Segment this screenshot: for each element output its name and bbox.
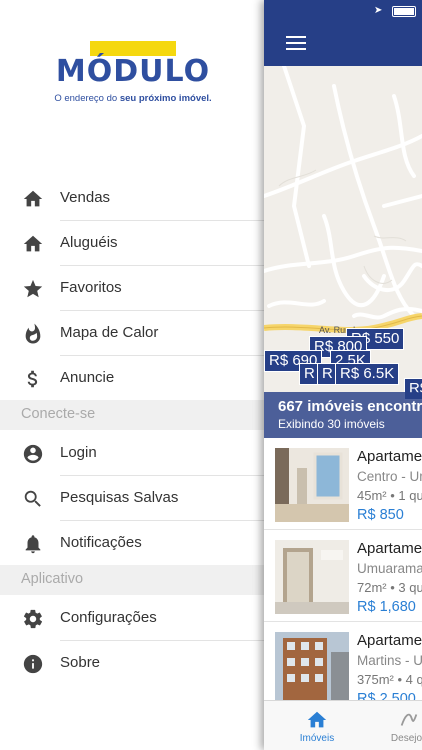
menu-item-favoritos[interactable]: Favoritos <box>0 266 266 311</box>
listing-card[interactable]: Apartamento Centro - Umuarama 45m² • 1 q… <box>264 438 422 530</box>
results-summary-bar: 667 imóveis encontrados Exibindo 30 imóv… <box>264 392 422 438</box>
navigation-drawer: MÓDULO O endereço do seu próximo imóvel.… <box>0 0 266 750</box>
listing-photo <box>275 448 349 522</box>
price-pin[interactable]: R$ 6.5K <box>335 363 400 385</box>
listing-title: Apartamento <box>357 540 422 557</box>
location-arrow-icon: ➤ <box>374 5 383 16</box>
home-icon <box>22 233 44 255</box>
home-icon <box>306 709 328 731</box>
property-map[interactable]: Av. Rural R$ 550 R$ 800 R$ 690 2.5K R R … <box>264 66 422 438</box>
listing-price: R$ 850 <box>357 507 404 523</box>
menu-item-mapa-de-calor[interactable]: Mapa de Calor <box>0 311 266 356</box>
listing-title: Apartamento <box>357 632 422 649</box>
bell-icon <box>22 533 44 555</box>
star-icon <box>22 278 44 300</box>
main-content-panel: ➤ Av. Rural R$ 550 R$ 800 R$ 690 2.5K R … <box>264 0 422 750</box>
listing-specs: 45m² • 1 quarto <box>357 488 422 503</box>
listing-photo <box>275 540 349 614</box>
listing-specs: 72m² • 3 quartos <box>357 580 422 595</box>
menu-item-vendas[interactable]: Vendas <box>0 176 266 221</box>
results-shown-count: Exibindo 30 imóveis <box>278 417 385 431</box>
top-app-bar <box>264 22 422 66</box>
dollar-icon <box>22 368 44 390</box>
search-icon <box>22 488 44 510</box>
gear-icon <box>22 608 44 630</box>
menu-item-anuncie[interactable]: Anuncie <box>0 356 266 401</box>
menu-item-sobre[interactable]: Sobre <box>0 641 266 686</box>
listing-card[interactable]: Apartamento Umuarama 72m² • 3 quartos R$… <box>264 530 422 622</box>
bottom-tab-bar: Imóveis Desejos <box>264 700 422 750</box>
menu-item-alugueis[interactable]: Aluguéis <box>0 221 266 266</box>
battery-icon <box>392 6 416 17</box>
flame-icon <box>22 323 44 345</box>
home-icon <box>22 188 44 210</box>
menu-item-notificacoes[interactable]: Notificações <box>0 521 266 566</box>
menu-item-configuracoes[interactable]: Configurações <box>0 596 266 641</box>
listing-title: Apartamento <box>357 448 422 465</box>
menu-item-login[interactable]: Login <box>0 431 266 476</box>
listing-photo <box>275 632 349 706</box>
listing-price: R$ 1,680 <box>357 599 416 615</box>
brand-logo: MÓDULO <box>55 54 211 89</box>
listing-location: Martins - Uberlândia <box>357 653 422 668</box>
script-icon <box>398 709 420 731</box>
section-header-conecte-se: Conecte-se <box>0 400 266 430</box>
account-icon <box>22 443 44 465</box>
info-icon <box>22 653 44 675</box>
brand-tagline: O endereço do seu próximo imóvel. <box>54 93 212 104</box>
menu-item-pesquisas-salvas[interactable]: Pesquisas Salvas <box>0 476 266 521</box>
listing-specs: 375m² • 4 quartos <box>357 672 422 687</box>
tab-imoveis[interactable]: Imóveis <box>282 701 352 750</box>
listing-location: Centro - Umuarama <box>357 469 422 484</box>
tab-desejos[interactable]: Desejos <box>374 701 422 750</box>
results-count: 667 imóveis encontrados <box>278 398 422 415</box>
listing-location: Umuarama <box>357 561 422 576</box>
section-header-aplicativo: Aplicativo <box>0 565 266 595</box>
menu-toggle-button[interactable] <box>286 34 308 52</box>
status-bar: ➤ <box>264 0 422 22</box>
